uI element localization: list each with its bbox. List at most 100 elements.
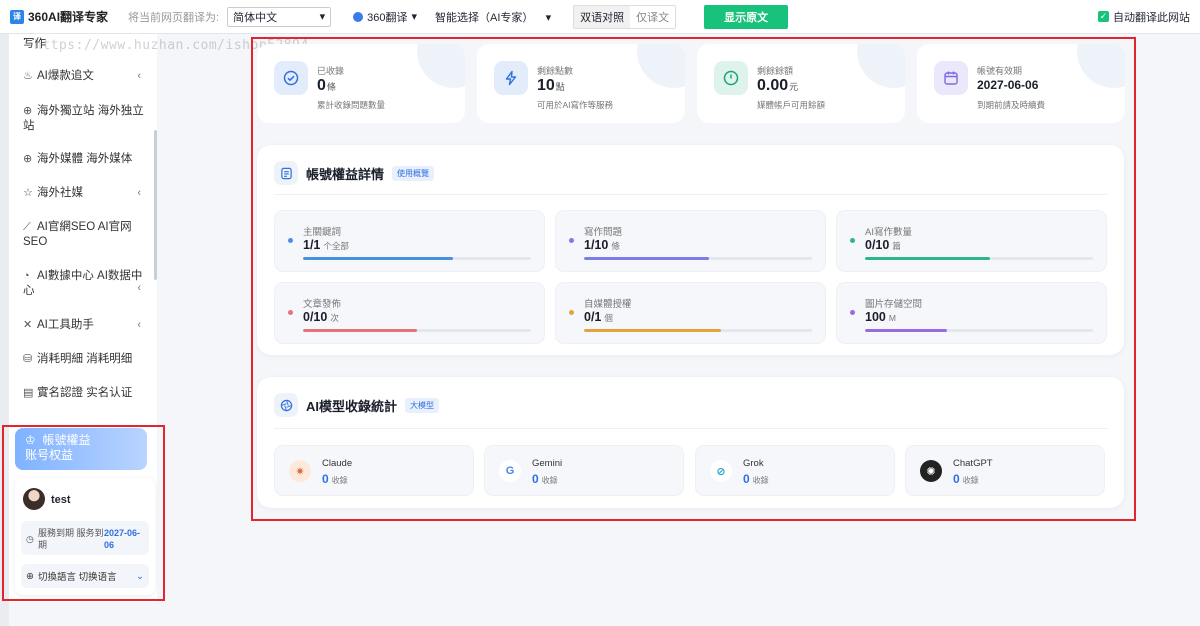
check-circle-icon [274,61,308,95]
chatgpt-icon: ✺ [920,460,942,482]
stat-card-indexed: 已收錄 0條 累計收錄問題數量 [257,44,465,123]
benefits-panel: 帳號權益詳情 使用概覽 主關鍵詞 1/1 个全部 寫作問題 1/10 條 AI寫作數量 0/1… [257,145,1124,355]
progress-fill [303,329,417,332]
tool-icon: ✕ [23,319,33,331]
sidebar-item-overseas-media[interactable]: ⊕ 海外媒體 海外媒体 [23,152,147,167]
aperture-icon [274,393,298,417]
progress-bar [865,257,1093,260]
app-name: 360AI翻译专家 [28,10,109,24]
status-dot [850,310,855,315]
claude-icon: ✷ [289,460,311,482]
progress-fill [865,257,991,260]
status-dot [288,310,293,315]
clock-icon: ◷ [26,534,34,544]
engine-select[interactable]: 360翻译 ▾ [353,9,417,25]
avatar[interactable] [23,488,45,510]
user-card: test ◷ 服務到期 服务到期 2027-06-06 ⊕ 切換語言 切换语言 … [15,478,155,595]
fire-icon: ♨ [23,70,33,82]
edge-strip [0,34,9,626]
chevron-down-icon: ▾ [411,11,417,23]
sidebar-item-ai-data-center[interactable]: ◔ AI數據中心 AI数据中心 ‹ [23,269,147,299]
google-icon: G [499,460,521,482]
status-dot [569,238,574,243]
status-dot [850,238,855,243]
sidebar-item-overseas-site[interactable]: ⊕ 海外獨立站 海外独立站 [23,104,147,134]
database-icon: ⛁ [23,353,33,365]
models-tag: 大模型 [405,397,440,413]
chevron-down-icon: ▾ [536,11,552,24]
models-header: AI模型收錄統計 大模型 [274,393,440,417]
progress-fill [584,329,721,332]
translate-icon: 译 [10,9,24,24]
chevron-left-icon: ‹ [137,187,141,199]
progress-bar [303,329,531,332]
chevron-left-icon: ‹ [137,282,141,294]
progress-bar [865,329,1093,332]
sidebar-item-consumption[interactable]: ⛁ 消耗明細 消耗明细 [23,352,147,367]
service-expiry: ◷ 服務到期 服务到期 2027-06-06 [21,521,149,555]
stat-card-validity: 帳號有效期 2027-06-06 到期前請及時續費 [917,44,1125,123]
benefit-card: 圖片存儲空間 100 M [836,282,1107,344]
benefit-card: 文章發佈 0/10 次 [274,282,545,344]
sidebar-item-ai-trending[interactable]: ♨ AI爆款追文 ‹ [23,69,147,84]
model-card-claude[interactable]: ✷ Claude 0 收錄 [274,445,474,496]
sidebar-item-overseas-social[interactable]: ☆ 海外社媒 ‹ [23,186,147,201]
benefit-card: 自媒體授權 0/1 個 [555,282,826,344]
stat-card-balance: 剩餘餘額 0.00元 媒體帳戶可用餘額 [697,44,905,123]
benefits-title: 帳號權益詳情 [306,166,385,182]
grok-icon: ⊘ [710,460,732,482]
progress-bar [584,257,812,260]
progress-bar [303,257,531,260]
stat-card-points: 剩餘點數 10點 可用於AI寫作等服務 [477,44,685,123]
display-mode-toggle: 双语对照 仅译文 [573,4,677,29]
sidebar-scrollbar[interactable] [154,130,157,280]
progress-fill [584,257,710,260]
translator-logo: 译 360AI翻译专家 [10,8,108,25]
translate-toolbar: 译 360AI翻译专家 将当前网页翻译为: 简体中文 ▾ 360翻译 ▾ 智能选… [0,0,1200,34]
engine-icon [353,11,364,22]
benefits-tag: 使用概覽 [392,165,435,181]
bilingual-option[interactable]: 双语对照 [574,5,631,28]
translation-only-option[interactable]: 仅译文 [630,6,675,28]
sidebar-item-verification[interactable]: ▤ 實名認證 实名认证 [23,386,147,401]
benefits-header: 帳號權益詳情 使用概覽 [274,161,435,185]
benefit-card: 寫作問題 1/10 條 [555,210,826,272]
model-card-chatgpt[interactable]: ✺ ChatGPT 0 收錄 [905,445,1105,496]
target-language-select[interactable]: 简体中文 ▾ [227,6,332,27]
chart-icon: ⟋ [23,221,31,233]
expiry-date: 2027-06-06 [104,528,141,550]
mode-select[interactable]: 智能选择（AI专家） ▾ [435,9,551,25]
model-card-grok[interactable]: ⊘ Grok 0 收錄 [695,445,895,496]
language-switcher[interactable]: ⊕ 切換語言 切换语言 ⌄ [21,564,149,588]
translate-prompt: 将当前网页翻译为: [128,11,220,24]
sidebar-item-ai-tools[interactable]: ✕ AI工具助手 ‹ [23,318,147,333]
calendar-icon [934,61,968,95]
progress-fill [865,329,948,332]
lightning-icon [494,61,528,95]
globe-icon: ⊕ [23,153,33,165]
globe-icon: ⊕ [26,570,34,582]
star-icon: ☆ [23,187,33,199]
checkbox-icon: ✓ [1098,11,1109,22]
progress-bar [584,329,812,332]
globe-icon: ⊕ [23,105,33,117]
sidebar: 写作 ♨ AI爆款追文 ‹ ⊕ 海外獨立站 海外独立站 ⊕ 海外媒體 海外媒体 ☆ 海外… [9,34,157,602]
status-dot [569,310,574,315]
auto-translate-toggle[interactable]: ✓ 自动翻译此网站 [1098,9,1190,25]
user-name: test [51,494,71,506]
id-card-icon: ▤ [23,387,34,399]
sidebar-item-account-benefits[interactable]: ♔ 帳號權益 账号权益 [15,428,147,470]
document-icon [274,161,298,185]
crown-icon: ♔ [25,433,43,447]
progress-fill [303,257,454,260]
show-original-button[interactable]: 显示原文 [704,4,789,29]
models-panel: AI模型收錄統計 大模型 ✷ Claude 0 收錄 G Gemini 0 收錄 ⊘… [257,377,1124,508]
model-card-gemini[interactable]: G Gemini 0 收錄 [484,445,684,496]
sidebar-item-ai-seo[interactable]: ⟋ AI官網SEO AI官网SEO [23,220,147,250]
status-dot [288,238,293,243]
chevron-left-icon: ‹ [137,319,141,331]
pie-icon: ◔ [23,270,30,282]
benefit-card: 主關鍵詞 1/1 个全部 [274,210,545,272]
benefit-card: AI寫作數量 0/10 篇 [836,210,1107,272]
chevron-left-icon: ‹ [137,70,141,82]
